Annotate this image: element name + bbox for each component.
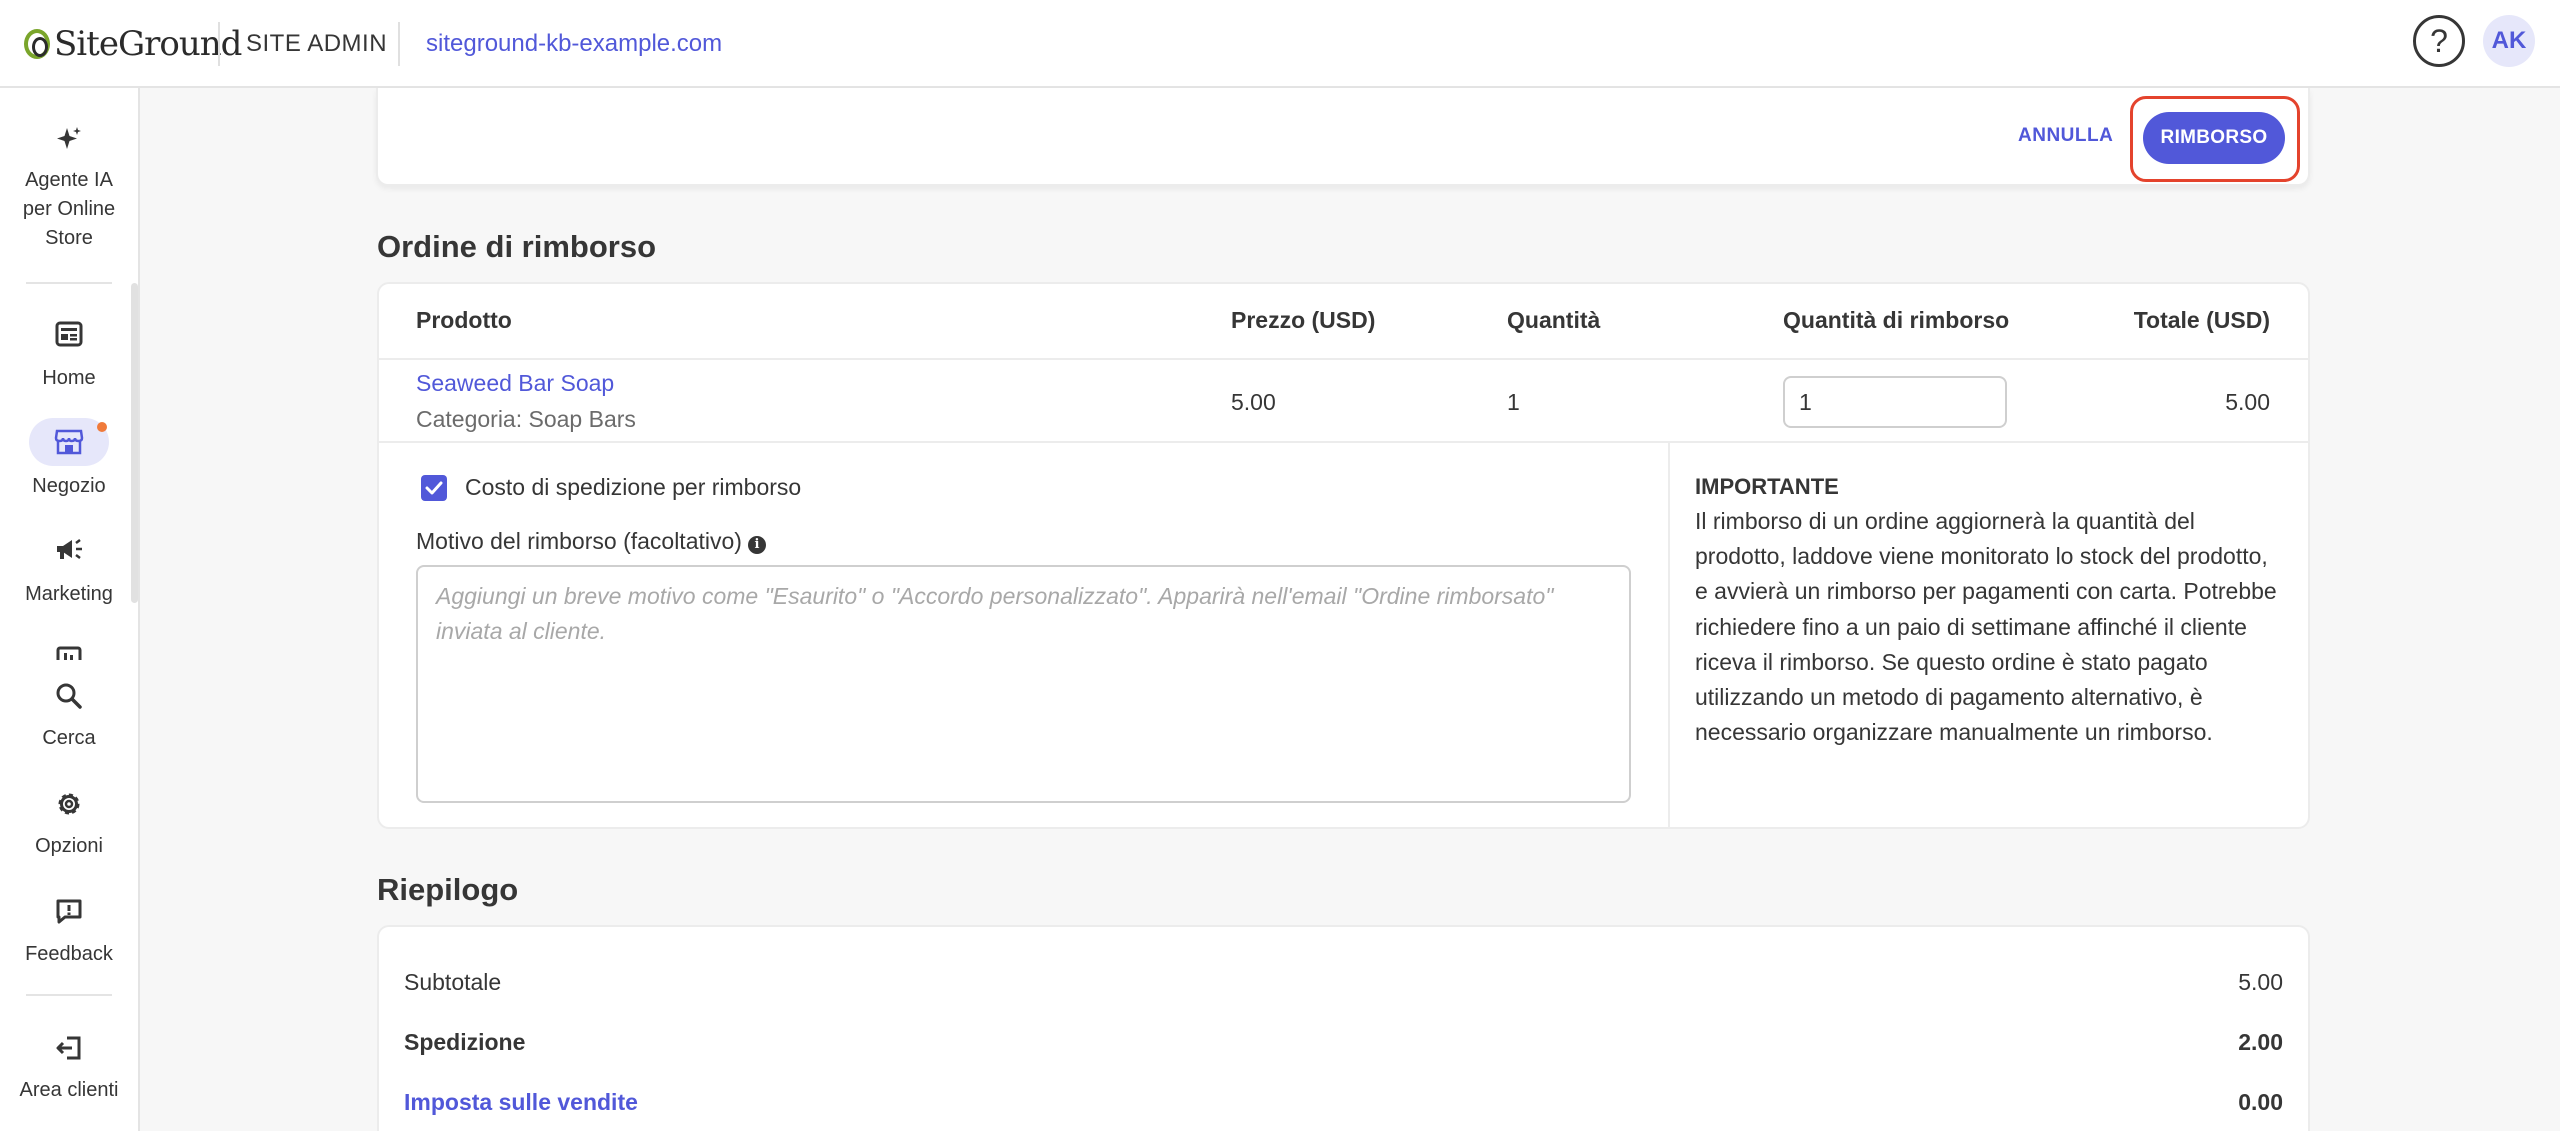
feedback-icon bbox=[49, 892, 89, 932]
sidebar-item-marketing[interactable]: Marketing bbox=[0, 530, 138, 609]
logo-text: SiteGround bbox=[54, 24, 242, 64]
section-label: SITE ADMIN bbox=[246, 30, 388, 57]
sidebar-item-label: Agente IA per Online Store bbox=[22, 169, 116, 249]
logout-icon bbox=[49, 1028, 89, 1068]
column-header-price: Prezzo (USD) bbox=[1231, 307, 1376, 333]
panel-divider bbox=[1668, 443, 1670, 827]
product-total: 5.00 bbox=[2225, 389, 2270, 415]
shipping-refund-checkbox[interactable] bbox=[421, 475, 447, 501]
megaphone-icon bbox=[49, 530, 89, 570]
header-divider bbox=[398, 22, 400, 66]
cancel-button[interactable]: ANNULLA bbox=[2018, 125, 2113, 147]
column-header-total: Totale (USD) bbox=[2133, 307, 2270, 333]
sidebar-item-label: Feedback bbox=[25, 943, 113, 965]
search-icon bbox=[49, 676, 89, 716]
subtotal-label: Subtotale bbox=[404, 969, 502, 995]
sparkle-icon bbox=[49, 120, 89, 160]
info-icon[interactable]: i bbox=[747, 535, 766, 554]
siteground-logo[interactable]: SiteGround bbox=[24, 22, 242, 66]
sidebar-item-store[interactable]: Negozio bbox=[0, 418, 138, 501]
sidebar-item-options[interactable]: Opzioni bbox=[0, 784, 138, 861]
checkmark-icon bbox=[425, 481, 443, 495]
sidebar-item-label: Cerca bbox=[42, 727, 96, 749]
shipping-refund-label[interactable]: Costo di spedizione per rimborso bbox=[465, 474, 801, 501]
sidebar-item-label: Opzioni bbox=[35, 835, 103, 857]
summary-card bbox=[377, 925, 2310, 1131]
important-text: Il rimborso di un ordine aggiornerà la q… bbox=[1695, 508, 2277, 746]
refund-quantity-input[interactable] bbox=[1783, 376, 2007, 428]
sidebar-item-label: Marketing bbox=[25, 583, 113, 605]
sidebar-item-analytics-partial[interactable] bbox=[0, 646, 138, 660]
sidebar-item-client-area[interactable]: Area clienti bbox=[0, 1028, 138, 1105]
gear-icon bbox=[49, 784, 89, 824]
sidebar-divider bbox=[26, 282, 112, 284]
sidebar-item-ai-agent[interactable]: Agente IA per Online Store bbox=[0, 120, 138, 253]
refund-reason-label-text: Motivo del rimborso (facoltativo) bbox=[416, 528, 742, 554]
column-header-quantity: Quantità bbox=[1507, 307, 1601, 333]
site-domain-link[interactable]: siteground-kb-example.com bbox=[426, 30, 722, 58]
top-header: SiteGround SITE ADMIN siteground-kb-exam… bbox=[0, 0, 2560, 88]
summary-section-title: Riepilogo bbox=[377, 872, 519, 907]
question-icon: ? bbox=[2430, 22, 2448, 59]
subtotal-value: 5.00 bbox=[2238, 969, 2283, 995]
dashboard-icon bbox=[49, 314, 89, 354]
sales-tax-link[interactable]: Imposta sulle vendite bbox=[404, 1089, 638, 1116]
avatar[interactable]: AK bbox=[2483, 15, 2535, 67]
column-header-refund-quantity: Quantità di rimborso bbox=[1783, 307, 2010, 333]
sidebar-item-home[interactable]: Home bbox=[0, 314, 138, 393]
shipping-label: Spedizione bbox=[404, 1029, 526, 1055]
shipping-value: 2.00 bbox=[2238, 1029, 2283, 1055]
store-icon bbox=[29, 418, 109, 466]
column-header-product: Prodotto bbox=[416, 307, 512, 333]
header-divider bbox=[218, 22, 220, 66]
sidebar-item-search[interactable]: Cerca bbox=[0, 676, 138, 753]
refund-reason-label: Motivo del rimborso (facoltativo) i bbox=[416, 528, 766, 555]
sidebar-divider bbox=[26, 994, 112, 996]
chart-icon bbox=[49, 646, 89, 660]
important-title: IMPORTANTE bbox=[1695, 474, 1839, 499]
product-quantity: 1 bbox=[1507, 389, 1520, 415]
help-button[interactable]: ? bbox=[2413, 15, 2465, 67]
refund-button[interactable]: RIMBORSO bbox=[2143, 112, 2285, 164]
product-price: 5.00 bbox=[1231, 389, 1276, 415]
sidebar: Agente IA per Online Store Home Negozio … bbox=[0, 88, 140, 1131]
notification-dot bbox=[97, 422, 107, 432]
refund-reason-textarea[interactable] bbox=[416, 565, 1631, 803]
sales-tax-value: 0.00 bbox=[2238, 1089, 2283, 1115]
sidebar-item-feedback[interactable]: Feedback bbox=[0, 892, 138, 969]
table-divider bbox=[379, 358, 2308, 360]
sidebar-item-label: Home bbox=[42, 367, 96, 389]
product-category: Categoria: Soap Bars bbox=[416, 406, 636, 432]
order-section-title: Ordine di rimborso bbox=[377, 229, 657, 264]
sidebar-item-label: Negozio bbox=[32, 475, 106, 497]
sidebar-item-label: Area clienti bbox=[19, 1079, 119, 1101]
table-divider bbox=[379, 441, 2308, 443]
product-name-link[interactable]: Seaweed Bar Soap bbox=[416, 370, 614, 397]
logo-mark-icon bbox=[24, 29, 50, 59]
